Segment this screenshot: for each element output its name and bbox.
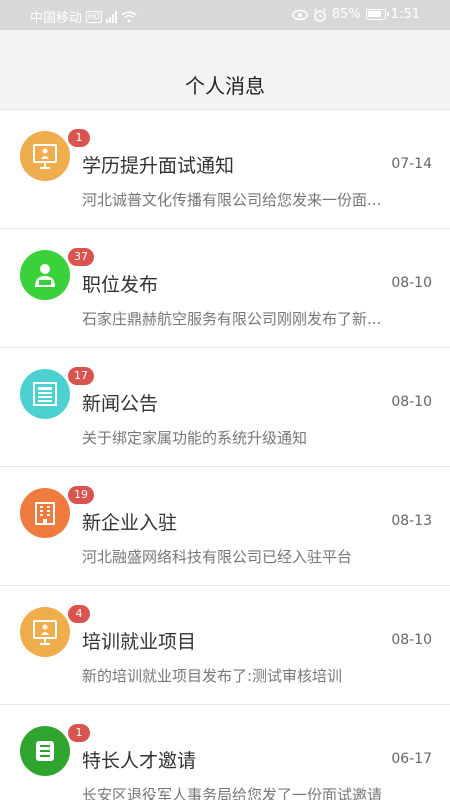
newspaper-icon bbox=[20, 369, 70, 419]
message-item[interactable]: 1 学历提升面试通知 07-14 河北诚普文化传播有限公司给您发来一份面... bbox=[0, 110, 450, 229]
message-preview: 石家庄鼎赫航空服务有限公司刚刚发布了新... bbox=[82, 310, 382, 328]
message-preview: 河北诚普文化传播有限公司给您发来一份面... bbox=[82, 191, 382, 209]
unread-badge: 37 bbox=[68, 248, 94, 266]
person-icon bbox=[20, 250, 70, 300]
presentation-icon bbox=[20, 131, 70, 181]
message-preview: 关于绑定家属功能的系统升级通知 bbox=[82, 429, 308, 447]
message-title: 学历提升面试通知 bbox=[82, 155, 235, 177]
message-preview: 新的培训就业项目发布了:测试审核培训 bbox=[82, 667, 343, 685]
battery-icon bbox=[365, 9, 389, 20]
unread-badge: 17 bbox=[68, 367, 94, 385]
message-preview: 河北融盛网络科技有限公司已经入驻平台 bbox=[82, 548, 353, 566]
eye-icon bbox=[292, 9, 308, 20]
alarm-icon bbox=[313, 7, 327, 22]
message-item[interactable]: 1 特长人才邀请 06-17 长安区退役军人事务局给您发了一份面试邀请 bbox=[0, 705, 450, 800]
unread-badge: 19 bbox=[68, 486, 94, 504]
wifi-icon bbox=[121, 10, 137, 22]
message-date: 08-10 bbox=[391, 632, 432, 648]
message-title: 培训就业项目 bbox=[82, 631, 197, 653]
message-item[interactable]: 19 新企业入驻 08-13 河北融盛网络科技有限公司已经入驻平台 bbox=[0, 467, 450, 586]
clock-time: 1:51 bbox=[390, 7, 420, 22]
presentation-icon bbox=[20, 607, 70, 657]
building-icon bbox=[20, 488, 70, 538]
message-item[interactable]: 37 职位发布 08-10 石家庄鼎赫航空服务有限公司刚刚发布了新... bbox=[0, 229, 450, 348]
message-date: 08-10 bbox=[391, 275, 432, 291]
message-title: 新闻公告 bbox=[82, 393, 159, 415]
page-title: 个人消息 bbox=[185, 74, 265, 98]
message-list: 1 学历提升面试通知 07-14 河北诚普文化传播有限公司给您发来一份面... … bbox=[0, 110, 450, 800]
message-item[interactable]: 17 新闻公告 08-10 关于绑定家属功能的系统升级通知 bbox=[0, 348, 450, 467]
status-bar: 中国移动 HD 85% 1:51 bbox=[0, 0, 450, 30]
page-header: 个人消息 bbox=[0, 30, 450, 110]
unread-badge: 4 bbox=[68, 605, 90, 623]
message-preview: 长安区退役军人事务局给您发了一份面试邀请 bbox=[82, 786, 383, 800]
list-icon bbox=[20, 726, 70, 776]
unread-badge: 1 bbox=[68, 129, 90, 147]
message-date: 08-10 bbox=[391, 394, 432, 410]
message-date: 07-14 bbox=[391, 156, 432, 172]
battery-percent: 85% bbox=[331, 7, 361, 22]
unread-badge: 1 bbox=[68, 724, 90, 742]
message-item[interactable]: 4 培训就业项目 08-10 新的培训就业项目发布了:测试审核培训 bbox=[0, 586, 450, 705]
carrier-label: 中国移动 bbox=[30, 11, 83, 26]
signal-icon bbox=[106, 10, 118, 23]
message-date: 06-17 bbox=[391, 751, 432, 767]
message-title: 特长人才邀请 bbox=[82, 750, 197, 772]
message-date: 08-13 bbox=[391, 513, 432, 529]
message-title: 新企业入驻 bbox=[82, 512, 178, 534]
hd-icon: HD bbox=[86, 10, 103, 23]
message-title: 职位发布 bbox=[82, 274, 159, 296]
